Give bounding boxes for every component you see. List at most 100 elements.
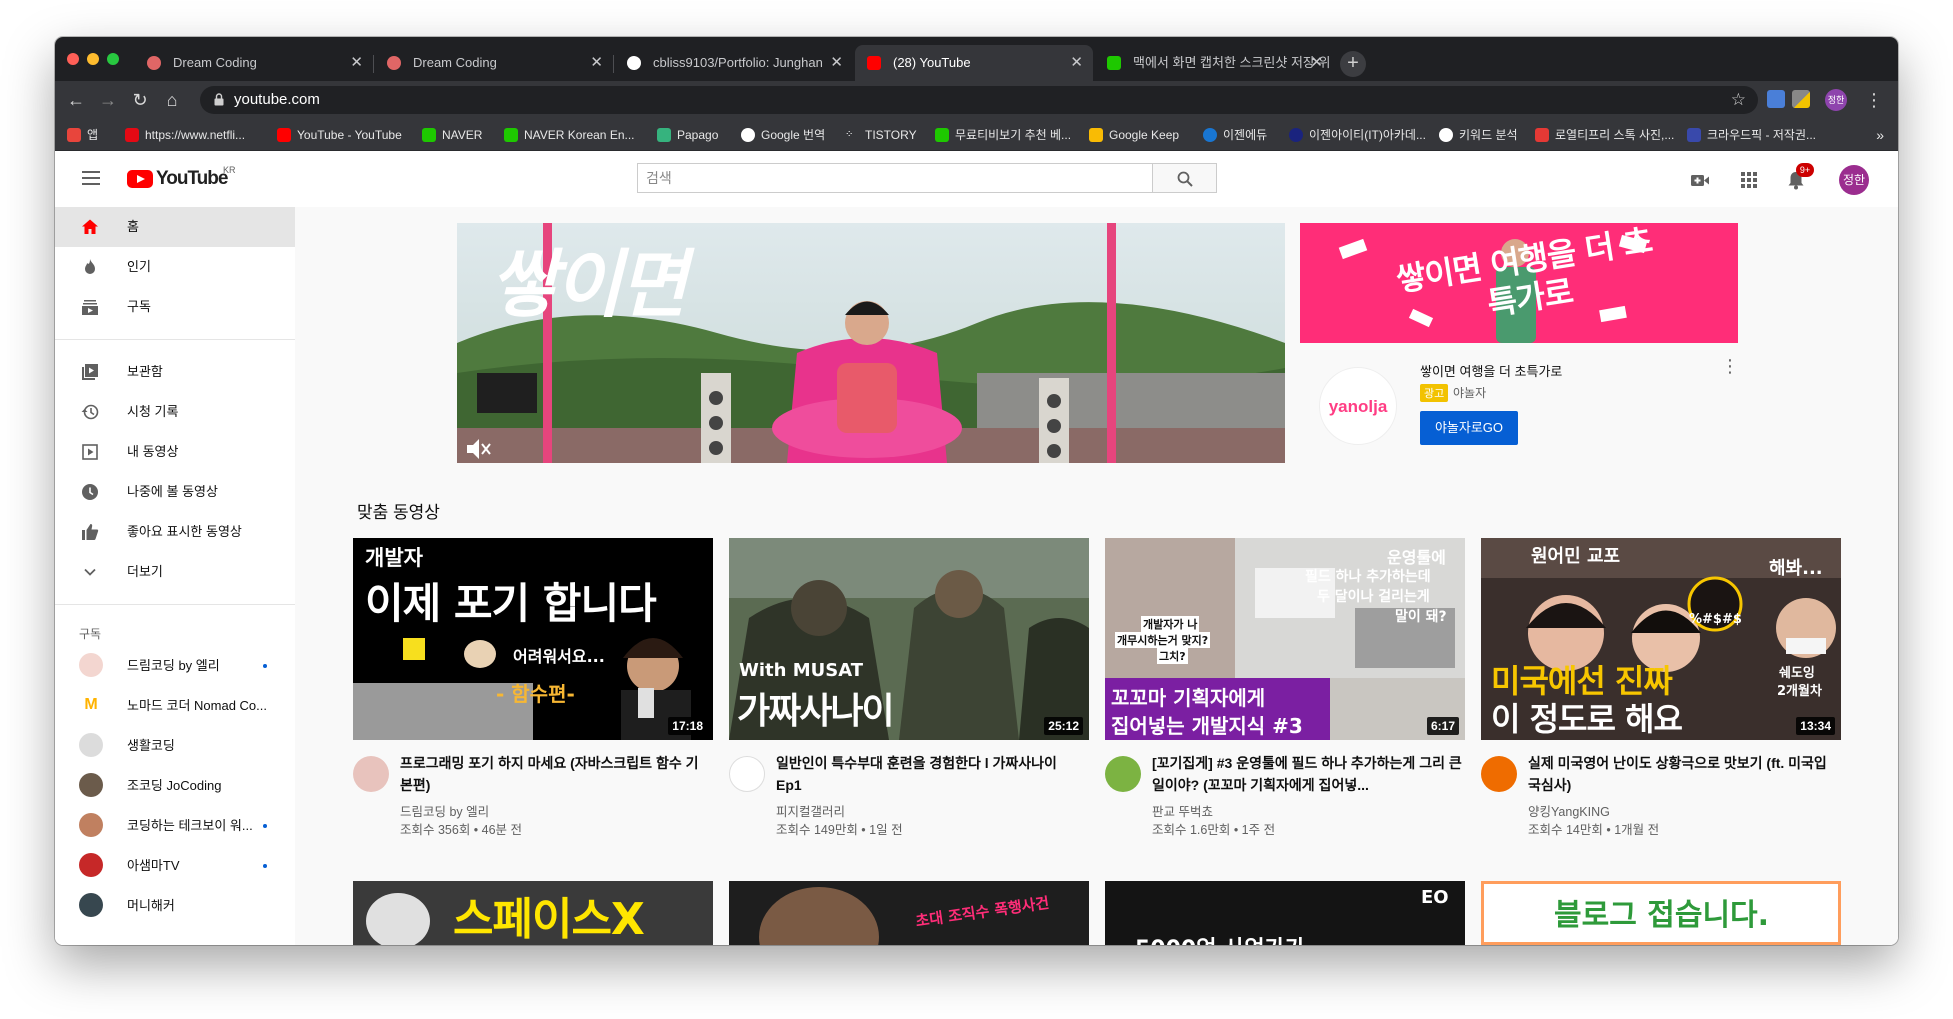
- translate-extension-icon[interactable]: [1767, 90, 1785, 108]
- bookmark-item[interactable]: 이젠아이티(IT)아카데...: [1289, 119, 1426, 151]
- close-icon[interactable]: ✕: [590, 45, 603, 81]
- sidebar-subscription-item[interactable]: 머니해커: [55, 886, 295, 926]
- bookmark-item[interactable]: 무료티비보기 추천 베...: [935, 119, 1071, 151]
- video-channel-name[interactable]: 피지컬갤러리: [776, 801, 845, 820]
- bookmark-label: NAVER Korean En...: [524, 128, 635, 142]
- video-thumbnail[interactable]: EO 5000억 사업가가: [1105, 881, 1465, 945]
- channel-avatar[interactable]: [1105, 756, 1141, 792]
- video-title[interactable]: 프로그래밍 포기 하지 마세요 (자바스크립트 함수 기본편): [400, 752, 710, 796]
- home-icon[interactable]: ⌂: [161, 89, 183, 111]
- subscriptions-heading: 구독: [79, 627, 102, 641]
- advertiser-logo[interactable]: yanolja: [1319, 367, 1397, 445]
- sidebar-item-liked[interactable]: 좋아요 표시한 동영상: [55, 512, 295, 552]
- bookmark-label: 무료티비보기 추천 베...: [955, 128, 1072, 142]
- close-icon[interactable]: ✕: [1070, 45, 1083, 81]
- ad-title[interactable]: 쌓이면 여행을 더 초특가로: [1420, 361, 1562, 380]
- sidebar-item-history[interactable]: 시청 기록: [55, 392, 295, 432]
- video-thumbnail[interactable]: 운영툴에 필드 하나 추가하는데 두 달이나 걸리는게 말이 돼? 개발자가 나…: [1105, 538, 1465, 740]
- forward-icon[interactable]: →: [97, 89, 119, 111]
- channel-avatar: [79, 853, 103, 877]
- channel-avatar[interactable]: [1481, 756, 1517, 792]
- menu-kebab-icon[interactable]: ⋮: [1863, 89, 1885, 111]
- bookmark-item[interactable]: 키워드 분석: [1439, 119, 1518, 151]
- close-icon[interactable]: ✕: [350, 45, 363, 81]
- channel-avatar[interactable]: [353, 756, 389, 792]
- sidebar-item-library[interactable]: 보관함: [55, 352, 295, 392]
- video-title[interactable]: 일반인이 특수부대 훈련을 경험한다 l 가짜사나이 Ep1: [776, 752, 1086, 796]
- sidebar-item-home[interactable]: 홈: [55, 207, 295, 247]
- browser-tab[interactable]: 맥에서 화면 캡처한 스크린샷 저장 위 ✕: [1095, 45, 1333, 81]
- sidebar-subscription-item[interactable]: 코딩하는 테크보이 워...: [55, 806, 295, 846]
- back-icon[interactable]: ←: [65, 89, 87, 111]
- video-channel-name[interactable]: 드림코딩 by 엘리: [400, 801, 489, 820]
- bookmark-item[interactable]: 로열티프리 스톡 사진,...: [1535, 119, 1674, 151]
- guide-menu-icon[interactable]: [82, 171, 100, 185]
- pen-extension-icon[interactable]: [1792, 90, 1810, 108]
- more-bookmarks-icon[interactable]: »: [1876, 119, 1884, 151]
- video-thumbnail[interactable]: 원어민 교포 해봐... %#$#$ 쉐도잉 2개월차 미국에선 진짜 이 정도…: [1481, 538, 1841, 740]
- sidebar-subscription-item[interactable]: 아샘마TV: [55, 846, 295, 886]
- channel-avatar[interactable]: [729, 756, 765, 792]
- sidebar-item-subscriptions[interactable]: 구독: [55, 287, 295, 327]
- sidebar-item-show-more[interactable]: 더보기: [55, 552, 295, 592]
- sidebar-subscription-item[interactable]: 드림코딩 by 엘리: [55, 646, 295, 686]
- browser-tab[interactable]: Dream Coding ✕: [375, 45, 613, 81]
- video-thumbnail[interactable]: 개발자 이제 포기 합니다 어려워서요... - 함수편- 17:18: [353, 538, 713, 740]
- video-channel-name[interactable]: 양킹YangKING: [1528, 801, 1610, 820]
- bookmark-item[interactable]: YouTube - YouTube: [277, 119, 402, 151]
- ad-more-icon[interactable]: ⋮: [1721, 357, 1739, 375]
- video-card[interactable]: 운영툴에 필드 하나 추가하는데 두 달이나 걸리는게 말이 돼? 개발자가 나…: [1105, 538, 1465, 838]
- bookmark-item[interactable]: ⁘ TISTORY: [845, 119, 917, 151]
- bookmark-item[interactable]: NAVER: [422, 119, 482, 151]
- browser-tab[interactable]: cbliss9103/Portfolio: Junghan ✕: [615, 45, 853, 81]
- video-thumbnail[interactable]: 블로그 접습니다.: [1481, 881, 1841, 945]
- video-thumbnail[interactable]: 초대 조직수 폭행사건: [729, 881, 1089, 945]
- thumbnail-text: 개발자: [365, 546, 423, 570]
- browser-tab[interactable]: Dream Coding ✕: [135, 45, 373, 81]
- thumbnail-text: 꼬꼬마 기획자에게: [1111, 686, 1266, 710]
- apps-grid-icon[interactable]: [1738, 169, 1760, 191]
- masthead-ad-image[interactable]: 쌓이면 여행을 더 초특가로: [1300, 223, 1738, 343]
- sidebar-subscription-item[interactable]: M 노마드 코더 Nomad Co...: [55, 686, 295, 726]
- reload-icon[interactable]: ↻: [129, 89, 151, 111]
- masthead-ad-video[interactable]: 쌓이면: [457, 223, 1285, 463]
- bookmark-item[interactable]: https://www.netfli...: [125, 119, 245, 151]
- new-tab-button[interactable]: +: [1340, 51, 1366, 77]
- close-icon[interactable]: ✕: [830, 45, 843, 81]
- bookmark-apps[interactable]: 앱: [67, 119, 98, 151]
- maximize-window-button[interactable]: [107, 53, 119, 65]
- sidebar-item-watch-later[interactable]: 나중에 볼 동영상: [55, 472, 295, 512]
- globe-icon: [1439, 128, 1453, 142]
- sidebar-subscription-item[interactable]: 조코딩 JoCoding: [55, 766, 295, 806]
- thumbnail-text: 개무시하는거 맞지?: [1115, 632, 1211, 648]
- sidebar-item-trending[interactable]: 인기: [55, 247, 295, 287]
- video-thumbnail[interactable]: With MUSAT 가짜사나이 25:12: [729, 538, 1089, 740]
- video-channel-name[interactable]: 판교 뚜벅쵸: [1152, 801, 1213, 820]
- browser-tab-active[interactable]: (28) YouTube ✕: [855, 45, 1093, 81]
- video-title[interactable]: [꼬기집게] #3 운영툴에 필드 하나 추가하는게 그리 큰일이야? (꼬꼬마…: [1152, 752, 1462, 796]
- search-button[interactable]: [1152, 163, 1217, 193]
- sidebar-item-my-videos[interactable]: 내 동영상: [55, 432, 295, 472]
- bookmark-item[interactable]: Papago: [657, 119, 718, 151]
- bookmark-item[interactable]: Google 번역: [741, 119, 825, 151]
- video-card[interactable]: With MUSAT 가짜사나이 25:12 일반인이 특수부대 훈련을 경험한…: [729, 538, 1089, 838]
- bookmark-star-icon[interactable]: ☆: [1731, 86, 1746, 114]
- minimize-window-button[interactable]: [87, 53, 99, 65]
- bookmark-item[interactable]: 이젠에듀: [1203, 119, 1267, 151]
- bookmark-item[interactable]: 크라우드픽 - 저작권...: [1687, 119, 1816, 151]
- sidebar-subscription-item[interactable]: 생활코딩: [55, 726, 295, 766]
- video-card[interactable]: 개발자 이제 포기 합니다 어려워서요... - 함수편- 17:18 프로그래…: [353, 538, 713, 838]
- close-window-button[interactable]: [67, 53, 79, 65]
- account-avatar[interactable]: 정한: [1839, 165, 1869, 195]
- ad-cta-button[interactable]: 야놀자로GO: [1420, 411, 1518, 445]
- address-bar[interactable]: youtube.com ☆: [200, 86, 1758, 114]
- create-video-icon[interactable]: [1689, 169, 1711, 191]
- bookmark-item[interactable]: NAVER Korean En...: [504, 119, 635, 151]
- close-icon[interactable]: ✕: [1310, 45, 1323, 81]
- video-thumbnail[interactable]: 스페이스X: [353, 881, 713, 945]
- browser-profile-avatar[interactable]: 정한: [1825, 89, 1847, 111]
- video-title[interactable]: 실제 미국영어 난이도 상황극으로 맛보기 (ft. 미국입국심사): [1528, 752, 1838, 796]
- search-input[interactable]: [637, 163, 1152, 193]
- bookmark-item[interactable]: Google Keep: [1089, 119, 1179, 151]
- video-card[interactable]: 원어민 교포 해봐... %#$#$ 쉐도잉 2개월차 미국에선 진짜 이 정도…: [1481, 538, 1841, 838]
